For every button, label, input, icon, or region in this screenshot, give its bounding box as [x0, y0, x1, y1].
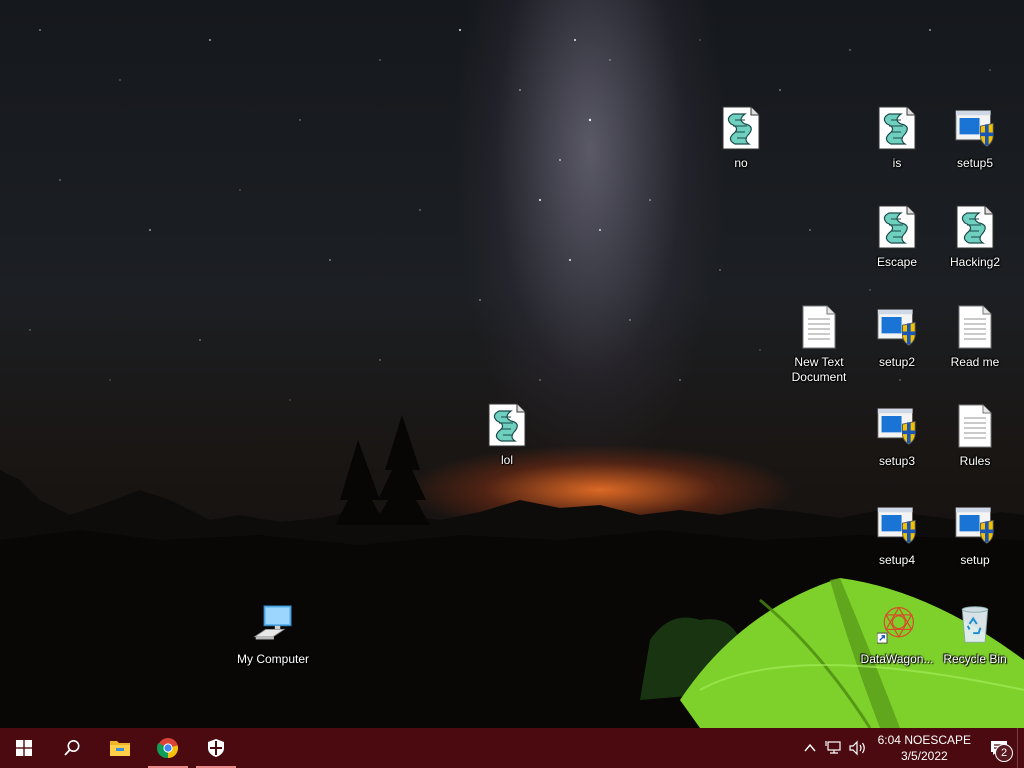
- script-file-icon: [878, 106, 916, 150]
- taskbar: 6:04 NOESCAPE 3/5/2022 2: [0, 728, 1024, 768]
- chrome-button[interactable]: [144, 728, 192, 768]
- icon-label: setup: [960, 553, 990, 567]
- installer-icon: [877, 408, 916, 445]
- icon-label: setup3: [878, 454, 916, 468]
- computer-icon: [253, 605, 292, 640]
- chevron-up-icon: [804, 743, 816, 752]
- icon-label: Read me: [950, 355, 1000, 369]
- icon-label: setup5: [956, 156, 994, 170]
- desktop-icon-escape[interactable]: Escape: [857, 205, 937, 270]
- icon-label: Recycle Bin: [943, 652, 1007, 666]
- desktop-icon-hacking2[interactable]: Hacking2: [935, 205, 1015, 270]
- icon-label: no: [734, 156, 748, 170]
- desktop-icon-setup[interactable]: setup: [935, 503, 1015, 568]
- recycle-bin-icon: [961, 606, 989, 643]
- script-file-icon: [956, 205, 994, 249]
- chrome-icon: [157, 738, 179, 759]
- icon-label: setup4: [878, 553, 916, 567]
- desktop-icon-lol[interactable]: lol: [467, 403, 547, 468]
- script-file-icon: [722, 106, 760, 150]
- show-desktop-button[interactable]: [1017, 728, 1024, 768]
- icon-label: Hacking2: [949, 255, 1001, 269]
- icon-label: My Computer: [236, 652, 310, 666]
- windows-logo-icon: [16, 740, 32, 756]
- installer-icon: [955, 507, 994, 544]
- taskbar-clock[interactable]: 6:04 NOESCAPE 3/5/2022: [870, 732, 981, 764]
- icon-label: setup2: [878, 355, 916, 369]
- notification-count-badge: 2: [995, 744, 1013, 762]
- speaker-icon: [849, 740, 865, 756]
- installer-icon: [955, 110, 994, 147]
- script-file-icon: [878, 205, 916, 249]
- installer-icon: [877, 507, 916, 544]
- icon-label: DataWagon...: [860, 652, 934, 666]
- desktop-icon-read-me[interactable]: Read me: [935, 305, 1015, 370]
- installer-icon: [877, 309, 916, 346]
- clock-time: 6:04 NOESCAPE: [877, 733, 971, 747]
- network-button[interactable]: [822, 728, 846, 768]
- security-shield-icon: [208, 739, 224, 757]
- icon-label: Rules: [959, 454, 991, 468]
- clock-date: 3/5/2022: [900, 749, 948, 763]
- file-explorer-icon: [110, 741, 130, 756]
- search-icon: [64, 740, 80, 756]
- desktop-icon-new-text-document[interactable]: New Text Document: [779, 305, 859, 385]
- icon-label: lol: [500, 453, 513, 467]
- security-button[interactable]: [192, 728, 240, 768]
- icon-label: New Text Document: [791, 355, 847, 384]
- desktop-icon-is[interactable]: is: [857, 106, 937, 171]
- file-explorer-button[interactable]: [96, 728, 144, 768]
- desktop-icon-setup3[interactable]: setup3: [857, 404, 937, 469]
- desktop-icon-rules[interactable]: Rules: [935, 404, 1015, 469]
- text-file-icon: [958, 404, 992, 448]
- icon-label: Escape: [876, 255, 918, 269]
- desktop-icon-no[interactable]: no: [701, 106, 781, 171]
- desktop-icon-datawagon[interactable]: DataWagon...: [857, 602, 937, 667]
- desktop-icon-setup2[interactable]: setup2: [857, 305, 937, 370]
- system-tray: 6:04 NOESCAPE 3/5/2022 2: [798, 728, 1024, 768]
- volume-button[interactable]: [846, 728, 870, 768]
- desktop-icon-my-computer[interactable]: My Computer: [233, 602, 313, 667]
- show-hidden-icons-button[interactable]: [798, 728, 822, 768]
- desktop-background: no is setup5 Escape Hacking2 New Text Do…: [0, 0, 1024, 728]
- start-button[interactable]: [0, 728, 48, 768]
- desktop-icon-recycle-bin[interactable]: Recycle Bin: [935, 602, 1015, 667]
- datawagon-shortcut-icon: [877, 606, 914, 644]
- action-center-button[interactable]: 2: [981, 728, 1017, 768]
- network-icon: [825, 741, 841, 754]
- icon-label: is: [892, 156, 902, 170]
- text-file-icon: [958, 305, 992, 349]
- text-file-icon: [802, 305, 836, 349]
- desktop-icon-setup4[interactable]: setup4: [857, 503, 937, 568]
- desktop-icon-setup5[interactable]: setup5: [935, 106, 1015, 171]
- search-button[interactable]: [48, 728, 96, 768]
- script-file-icon: [488, 403, 526, 447]
